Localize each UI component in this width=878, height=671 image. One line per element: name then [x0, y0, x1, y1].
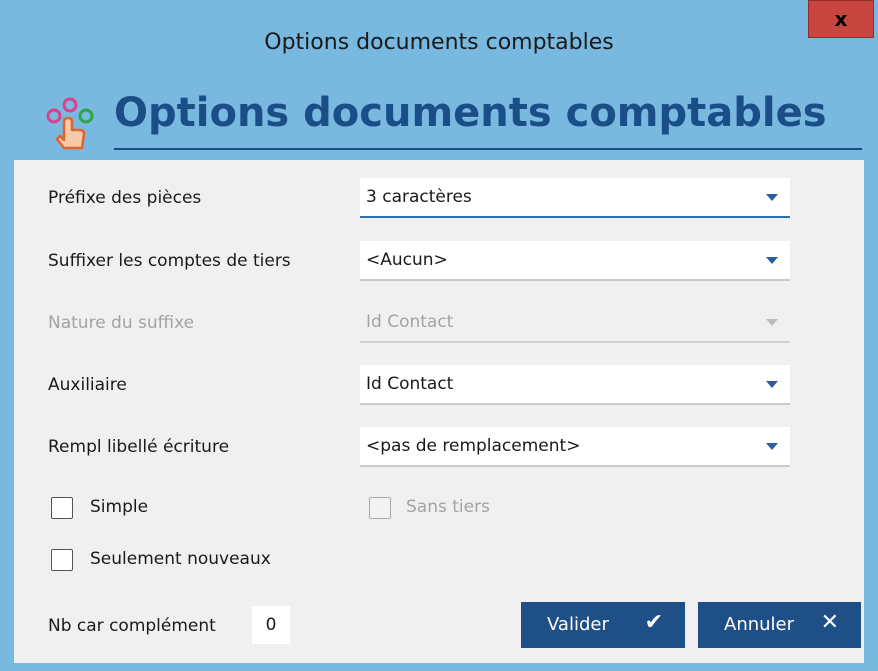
close-icon: x	[834, 7, 848, 31]
auxiliaire-value: Id Contact	[366, 374, 454, 394]
prefixe-label: Préfixe des pièces	[48, 188, 202, 208]
dialog-content: Préfixe des pièces 3 caractères Suffixer…	[14, 160, 864, 663]
rempl-select[interactable]: <pas de remplacement>	[360, 427, 790, 467]
complement-label: Nb car complément	[48, 616, 216, 636]
chevron-down-icon	[766, 443, 778, 450]
simple-checkbox[interactable]	[51, 497, 73, 519]
valider-button[interactable]: Valider ✔	[521, 602, 685, 648]
chevron-down-icon	[766, 194, 778, 201]
complement-input[interactable]: 0	[252, 606, 290, 644]
simple-label: Simple	[90, 497, 149, 517]
prefixe-select[interactable]: 3 caractères	[360, 178, 790, 218]
nature-label: Nature du suffixe	[48, 313, 195, 333]
valider-label: Valider	[547, 614, 609, 635]
chevron-down-icon	[766, 319, 778, 326]
annuler-label: Annuler	[724, 614, 795, 635]
options-pointer-icon	[46, 97, 94, 150]
nature-select: Id Contact	[360, 303, 790, 343]
suffixer-label: Suffixer les comptes de tiers	[48, 251, 291, 271]
suffixer-value: <Aucun>	[366, 250, 448, 270]
sans-tiers-checkbox	[369, 497, 391, 519]
checkmark-icon: ✔	[644, 610, 663, 635]
nature-value: Id Contact	[366, 312, 454, 332]
heading-underline	[114, 148, 862, 150]
seulement-nouveaux-label: Seulement nouveaux	[90, 549, 271, 569]
close-icon: ✕	[820, 610, 839, 635]
prefixe-value: 3 caractères	[366, 187, 472, 207]
chevron-down-icon	[766, 257, 778, 264]
close-button[interactable]: x	[808, 0, 874, 38]
dialog-header: Options documents comptables	[0, 84, 878, 160]
suffixer-select[interactable]: <Aucun>	[360, 241, 790, 281]
title-bar: Options documents comptables	[0, 0, 878, 84]
chevron-down-icon	[766, 381, 778, 388]
dialog-heading: Options documents comptables	[114, 90, 827, 136]
window-title: Options documents comptables	[264, 29, 614, 55]
rempl-value: <pas de remplacement>	[366, 436, 581, 456]
seulement-nouveaux-checkbox[interactable]	[51, 549, 73, 571]
annuler-button[interactable]: Annuler ✕	[698, 602, 861, 648]
rempl-label: Rempl libellé écriture	[48, 437, 230, 457]
dialog-window: Options documents comptables x Options d…	[0, 0, 878, 671]
auxiliaire-label: Auxiliaire	[48, 375, 127, 395]
auxiliaire-select[interactable]: Id Contact	[360, 365, 790, 405]
sans-tiers-label: Sans tiers	[406, 497, 490, 517]
